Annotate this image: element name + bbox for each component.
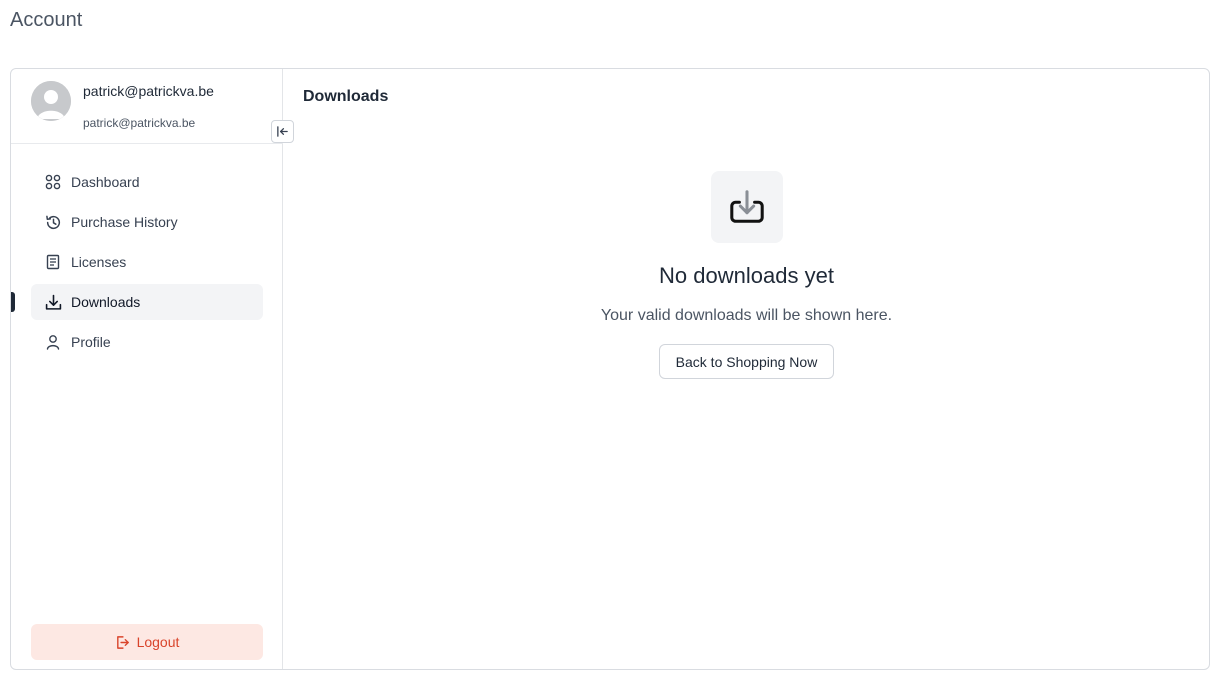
empty-state-title: No downloads yet xyxy=(659,263,834,288)
empty-state-subtitle: Your valid downloads will be shown here. xyxy=(600,307,893,324)
avatar xyxy=(31,81,71,121)
user-block: patrick@patrickva.be patrick@patrickva.b… xyxy=(11,69,283,144)
sidebar-item-label: Licenses xyxy=(71,254,127,270)
back-to-shopping-button[interactable]: Back to Shopping Now xyxy=(658,344,835,379)
user-name: patrick@patrickva.be xyxy=(83,83,214,99)
section-title: Downloads xyxy=(303,88,389,105)
sidebar-item-profile[interactable]: Profile xyxy=(31,324,263,360)
download-tray-icon xyxy=(729,190,764,223)
logout-icon xyxy=(115,635,130,650)
logout-button[interactable]: Logout xyxy=(31,624,263,660)
main-content: Downloads No downloads yet Your valid do… xyxy=(284,69,1209,669)
sidebar-item-label: Downloads xyxy=(71,294,141,310)
sidebar-item-dashboard[interactable]: Dashboard xyxy=(31,164,263,200)
grid-icon xyxy=(44,173,62,191)
empty-state: No downloads yet Your valid downloads wi… xyxy=(284,171,1209,379)
sidebar-item-label: Purchase History xyxy=(71,214,178,230)
user-icon xyxy=(44,333,62,351)
sidebar-item-label: Profile xyxy=(71,334,111,350)
active-indicator xyxy=(11,292,15,312)
empty-state-icon-box xyxy=(710,171,783,243)
sidebar-item-downloads[interactable]: Downloads xyxy=(11,284,263,320)
account-card: patrick@patrickva.be patrick@patrickva.b… xyxy=(10,68,1210,670)
sidebar-item-label: Dashboard xyxy=(71,174,140,190)
collapse-left-icon xyxy=(277,126,288,137)
user-email: patrick@patrickva.be xyxy=(83,116,196,130)
sidebar-item-licenses[interactable]: Licenses xyxy=(31,244,263,280)
logout-label: Logout xyxy=(136,634,180,650)
history-icon xyxy=(44,213,62,231)
collapse-sidebar-button[interactable] xyxy=(271,120,294,143)
document-icon xyxy=(44,253,62,271)
page-title: Account xyxy=(10,9,83,31)
download-icon xyxy=(44,293,62,311)
sidebar: patrick@patrickva.be patrick@patrickva.b… xyxy=(11,69,294,669)
avatar-placeholder-icon xyxy=(31,81,71,121)
sidebar-item-purchase-history[interactable]: Purchase History xyxy=(31,204,263,240)
sidebar-nav: Dashboard Purchase History Licenses Down… xyxy=(11,164,263,364)
